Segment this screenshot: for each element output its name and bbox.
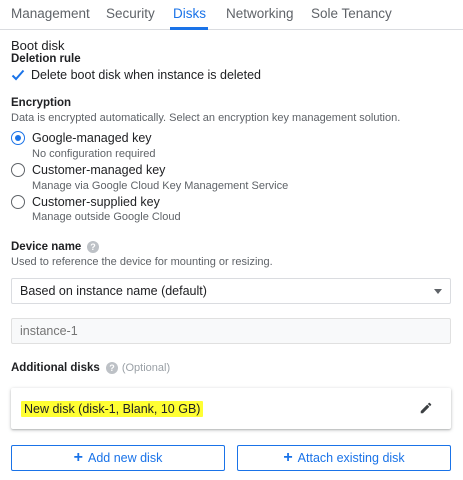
radio-label: Customer-supplied key: [32, 195, 160, 209]
tab-networking[interactable]: Networking: [226, 6, 294, 21]
deletion-rule-title: Deletion rule: [11, 53, 81, 65]
add-new-disk-label: Add new disk: [87, 451, 163, 465]
device-name-input-wrapper: [11, 318, 451, 344]
tab-disks[interactable]: Disks: [173, 6, 206, 21]
device-name-select[interactable]: Based on instance name (default): [11, 278, 451, 304]
plus-icon: +: [283, 449, 293, 466]
optional-label: (Optional): [121, 362, 171, 374]
device-name-title: Device name: [11, 241, 82, 253]
radio-sublabel: Manage outside Google Cloud: [32, 211, 181, 223]
encryption-description: Data is encrypted automatically. Select …: [11, 112, 401, 124]
radio-customer-managed-key[interactable]: Customer-managed key: [11, 163, 165, 177]
radio-unselected-icon: [11, 195, 25, 209]
boot-disk-title: Boot disk: [11, 38, 65, 53]
delete-boot-disk-label: Delete boot disk when instance is delete…: [31, 67, 262, 82]
radio-selected-icon: [11, 131, 25, 145]
additional-disks-title: Additional disks: [11, 362, 100, 374]
attach-existing-disk-label: Attach existing disk: [297, 451, 405, 465]
edit-pencil-icon[interactable]: [419, 401, 433, 415]
device-name-label-row: Device name ?: [11, 241, 100, 253]
help-circle-icon[interactable]: ?: [87, 241, 100, 253]
svg-text:?: ?: [109, 363, 115, 373]
svg-text:?: ?: [91, 242, 97, 252]
radio-label: Customer-managed key: [32, 163, 166, 177]
device-name-input: [12, 319, 450, 343]
tab-security[interactable]: Security: [106, 6, 155, 21]
radio-sublabel: Manage via Google Cloud Key Management S…: [32, 180, 289, 192]
additional-disks-label-row: Additional disks ? (Optional): [11, 362, 170, 374]
radio-unselected-icon: [11, 163, 25, 177]
tab-bar: Management Security Disks Networking Sol…: [0, 0, 463, 30]
radio-label: Google-managed key: [32, 131, 152, 145]
disk-label: New disk (disk-1, Blank, 10 GB): [21, 401, 204, 417]
plus-icon: +: [73, 449, 83, 466]
delete-boot-disk-checkbox[interactable]: Delete boot disk when instance is delete…: [11, 67, 261, 82]
checkmark-icon: [11, 68, 25, 82]
dropdown-arrow-icon: [434, 289, 442, 294]
help-circle-icon[interactable]: ?: [105, 362, 118, 374]
active-tab-indicator: [170, 27, 208, 30]
attach-existing-disk-button[interactable]: + Attach existing disk: [237, 445, 451, 471]
tab-sole-tenancy[interactable]: Sole Tenancy: [311, 6, 392, 21]
add-new-disk-button[interactable]: + Add new disk: [11, 445, 225, 471]
radio-google-managed-key[interactable]: Google-managed key: [11, 131, 152, 145]
radio-sublabel: No configuration required: [32, 148, 156, 160]
tab-management[interactable]: Management: [11, 6, 90, 21]
device-name-description: Used to reference the device for mountin…: [11, 256, 273, 268]
encryption-title: Encryption: [11, 97, 72, 109]
disk-card-disk-1[interactable]: New disk (disk-1, Blank, 10 GB): [11, 388, 451, 429]
radio-customer-supplied-key[interactable]: Customer-supplied key: [11, 195, 160, 209]
select-value: Based on instance name (default): [20, 284, 207, 298]
